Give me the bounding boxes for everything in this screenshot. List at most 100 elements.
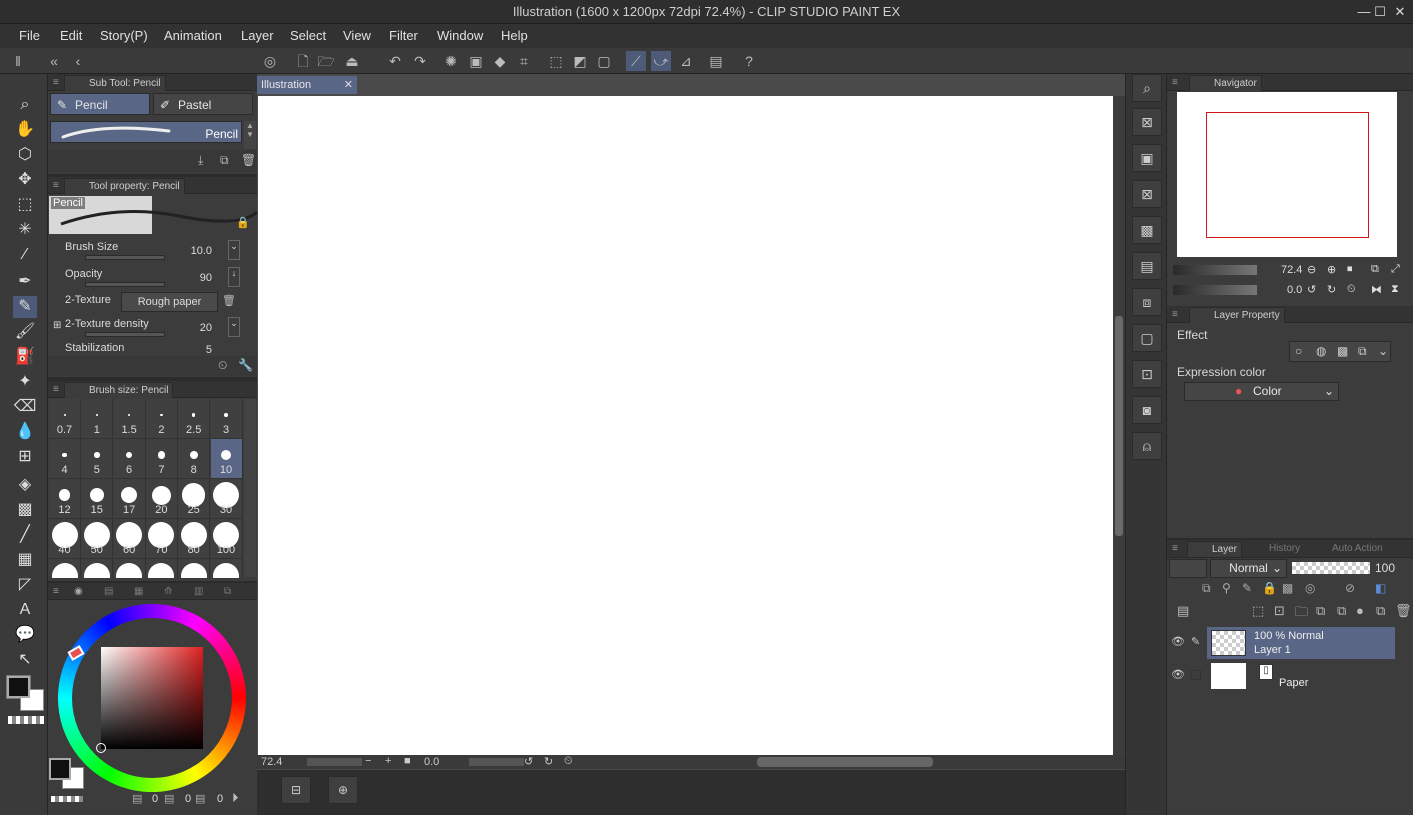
zoom-slider[interactable] [307,758,362,766]
lock-transparent-icon[interactable]: ▩ [1282,581,1293,595]
brush-size-cell[interactable] [145,559,178,578]
snap-grid-icon[interactable]: ⊿ [676,51,696,71]
loading-icon[interactable]: ✺ [441,51,461,71]
color-history-tab-icon[interactable]: ⧉ [224,583,231,600]
menu-view[interactable]: View [343,24,371,48]
import-sub-tool-icon[interactable]: ⤓ [198,153,203,168]
brush-size-cell[interactable]: 15 [81,479,114,519]
layer-row-layer-1[interactable]: 👁 ✎ 100 % Normal Layer 1 [1167,627,1395,659]
mask-icon[interactable]: ◎ [1305,581,1315,595]
stabilization-value[interactable]: 5 [206,344,212,356]
brush-size-cell[interactable]: 60 [113,519,146,559]
layer-template-icon[interactable]: ⊟ [281,776,311,804]
sub-tool-scroll[interactable]: ▲ ▼ [244,121,256,149]
hand-tool-icon[interactable]: ✋ [13,119,37,141]
eyedropper-icon[interactable]: ⁄ [13,244,37,266]
brush-size-cell[interactable]: 80 [178,519,211,559]
text-tool-icon[interactable]: A [13,599,37,621]
open-file-icon[interactable]: 🗁 [316,51,336,71]
tone-effect-icon[interactable]: ▩ [1337,342,1348,361]
vertical-scroll-thumb[interactable] [1115,316,1123,536]
navigator-rotation-readout[interactable]: 0.0 [1287,284,1302,296]
tool-property-tab[interactable]: Tool property: Pencil [64,178,185,194]
rotate-left-icon[interactable]: ↺ [524,755,533,768]
brush-tool-icon[interactable]: 🖌 [13,321,37,343]
reset-icon[interactable]: ⏲ [218,358,227,373]
material-icon[interactable]: ⊕ [328,776,358,804]
zoom-in-icon[interactable]: + [385,755,391,767]
fill-icon[interactable]: ◆ [490,51,510,71]
3d-material-icon[interactable]: ⧈ [1132,288,1162,316]
transparent-color-icon[interactable] [8,716,44,724]
navigator-tab[interactable]: Navigator [1189,75,1262,91]
magic-wand-icon[interactable]: ✳ [13,219,37,241]
texture-delete-icon[interactable]: 🗑 [222,294,236,307]
fit-icon[interactable]: ■ [404,755,411,767]
main-color-chip-small[interactable] [49,758,71,780]
brush-size-cell[interactable]: 0.7 [49,399,81,439]
effect-dropdown-icon[interactable]: ⌄ [1378,342,1388,361]
texture-density-slider[interactable] [85,332,165,337]
extract-line-icon[interactable]: ◍ [1316,342,1326,361]
device-icon[interactable]: ▤ [706,51,726,71]
gradient-tool-icon[interactable]: ▩ [13,499,37,521]
brush-size-cell[interactable]: 5 [81,439,114,479]
navigator-fit-window-icon[interactable]: ⤢ [1391,263,1400,276]
main-color-chip[interactable] [7,676,30,698]
navigator-rotate-right-icon[interactable]: ↻ [1327,283,1336,296]
selection-border-icon[interactable]: ▢ [594,51,614,71]
frame-material-icon[interactable]: ▢ [1132,324,1162,352]
opacity-slider[interactable] [85,282,165,287]
brush-size-cell[interactable]: 50 [81,519,114,559]
image-material-icon[interactable]: ▤ [1132,252,1162,280]
close-button[interactable]: ✕ [1390,0,1410,24]
navigator-view-frame[interactable] [1206,112,1369,238]
brush-size-cell[interactable] [49,559,81,578]
new-vector-layer-icon[interactable]: ⊡ [1274,603,1285,619]
navigator-zoom-in-icon[interactable]: ⊕ [1327,263,1336,276]
brush-size-cell[interactable]: 7 [145,439,178,479]
lock-icon[interactable]: 🔒 [236,216,250,229]
new-folder-icon[interactable]: 🗀 [1295,603,1308,625]
brush-size-dynamics-icon[interactable]: ⌄ [228,240,240,260]
tone-icon[interactable]: ▩ [1132,216,1162,244]
reset-rotation-icon[interactable]: ⏲ [564,755,573,768]
visibility-eye-icon[interactable]: 👁 [1171,668,1185,681]
brush-size-cell[interactable]: 70 [145,519,178,559]
redo-icon[interactable]: ↷ [410,51,430,71]
opacity-dynamics-icon[interactable]: ↓ [228,267,240,287]
edit-material-icon[interactable]: ⊡ [1132,360,1162,388]
decoration-tool-icon[interactable]: ✦ [13,371,37,393]
brush-size-cell[interactable] [210,559,243,578]
invert-selection-icon[interactable]: ◩ [570,51,590,71]
clear-icon[interactable]: ▣ [466,51,486,71]
menu-select[interactable]: Select [290,24,326,48]
selection-tool-icon[interactable]: ⬚ [13,194,37,216]
camera-material-icon[interactable]: ◙ [1132,396,1162,424]
pencil-tool-icon[interactable]: ✎ [13,296,37,318]
brush-size-cell[interactable]: 25 [178,479,211,519]
texture-select[interactable]: Rough paper [121,292,218,312]
brush-size-cell[interactable]: 100 [210,519,243,559]
menu-filter[interactable]: Filter [389,24,418,48]
clip-lower-layer-icon[interactable]: ⧉ [1202,581,1211,596]
brush-size-row[interactable]: Brush Size 10.0 ⌄ [49,238,244,264]
menu-file[interactable]: File [19,24,40,48]
material-folder-icon[interactable]: ▣ [1132,144,1162,172]
flip-vertical-icon[interactable]: ⧗ [1391,283,1399,296]
rotation-slider[interactable] [469,758,524,766]
line-tool-icon[interactable]: ╱ [13,524,37,546]
operation-tool-icon[interactable]: ⬡ [13,144,37,166]
layer-color-select[interactable] [1169,559,1207,578]
rotation-readout[interactable]: 0.0 [424,756,439,768]
transform-icon[interactable]: ⌗ [514,51,534,71]
sub-tool-preset-pencil[interactable]: Pencil [50,121,242,143]
layer-tab[interactable]: Layer [1187,541,1243,557]
layer-opacity-slider[interactable] [1292,562,1370,574]
brush-size-cell[interactable] [178,559,211,578]
brush-size-cell[interactable]: 8 [178,439,211,479]
color-wheel-tab-icon[interactable]: ◉ [74,583,83,600]
layer-row-paper[interactable]: 👁 ▯ Paper [1167,660,1395,692]
create-mask-icon[interactable]: ● [1356,603,1364,618]
document-tab[interactable]: Illustration ✕ [257,76,357,94]
